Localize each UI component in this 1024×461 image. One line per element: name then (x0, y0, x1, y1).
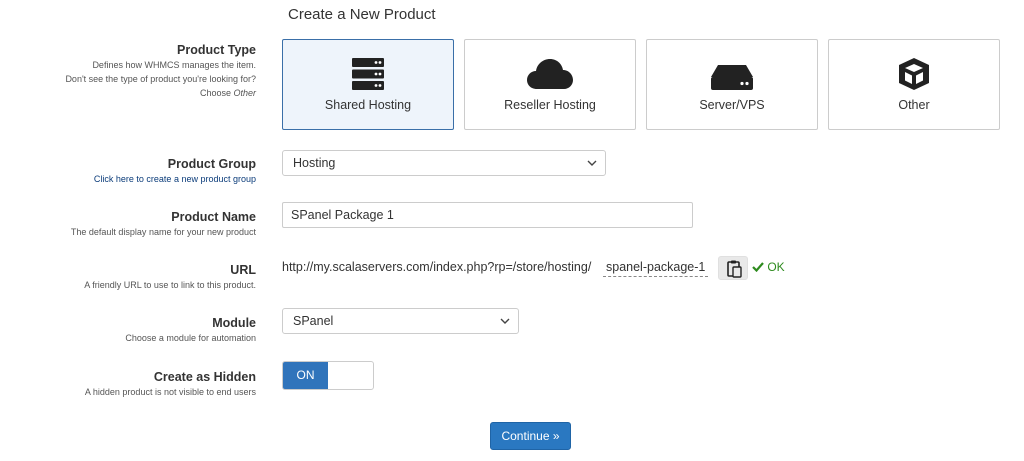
copy-url-button[interactable] (718, 256, 748, 280)
product-name-label-block: Product Name The default display name fo… (0, 209, 256, 239)
hard-drive-icon (647, 57, 817, 91)
create-product-group-link[interactable]: Click here to create a new product group (0, 172, 256, 186)
product-type-label-block: Product Type Defines how WHMCS manages t… (0, 42, 256, 100)
card-label: Shared Hosting (324, 98, 412, 112)
clipboard-icon (727, 260, 742, 278)
create-hidden-help: A hidden product is not visible to end u… (84, 387, 256, 397)
card-label: Server/VPS (699, 98, 765, 112)
card-label: Reseller Hosting (504, 98, 596, 112)
module-value: SPanel (293, 314, 334, 328)
product-group-label: Product Group (167, 157, 256, 171)
url-label-block: URL A friendly URL to use to link to thi… (0, 262, 256, 292)
url-slug[interactable]: spanel-package-1 (603, 260, 709, 277)
product-name-input[interactable]: SPanel Package 1 (282, 202, 693, 228)
product-name-help: The default display name for your new pr… (70, 227, 256, 237)
product-type-label: Product Type (177, 43, 256, 57)
continue-button[interactable]: Continue » (490, 422, 571, 450)
url-prefix: http://my.scalaservers.com/index.php?rp=… (282, 260, 592, 274)
product-type-help-2: Don't see the type of product you're loo… (65, 74, 256, 84)
chevron-down-icon (587, 160, 597, 166)
product-type-help-1: Defines how WHMCS manages the item. (92, 60, 256, 70)
product-type-server-vps[interactable]: Server/VPS (646, 39, 818, 130)
check-icon (752, 262, 764, 273)
url-label: URL (230, 263, 256, 277)
product-group-select[interactable]: Hosting (282, 150, 606, 176)
create-hidden-label: Create as Hidden (153, 370, 256, 384)
product-group-value: Hosting (293, 156, 336, 170)
product-group-label-block: Product Group Click here to create a new… (0, 156, 256, 186)
chevron-down-icon (500, 318, 510, 324)
cube-icon (829, 57, 999, 91)
product-type-shared-hosting[interactable]: Shared Hosting (282, 39, 454, 130)
url-help: A friendly URL to use to link to this pr… (84, 280, 256, 290)
module-label: Module (212, 316, 256, 330)
product-type-other[interactable]: Other (828, 39, 1000, 130)
server-stack-icon (283, 57, 453, 91)
page-title: Create a New Product (288, 6, 436, 23)
product-type-reseller-hosting[interactable]: Reseller Hosting (464, 39, 636, 130)
product-type-help-3: Choose Other (199, 88, 256, 98)
product-name-label: Product Name (171, 210, 256, 224)
toggle-on-label: ON (283, 362, 328, 389)
card-label: Other (898, 98, 930, 112)
module-help: Choose a module for automation (125, 333, 256, 343)
module-select[interactable]: SPanel (282, 308, 519, 334)
create-hidden-toggle[interactable]: ON (282, 361, 374, 390)
create-hidden-label-block: Create as Hidden A hidden product is not… (0, 369, 256, 399)
url-status: OK (752, 260, 785, 274)
module-label-block: Module Choose a module for automation (0, 315, 256, 345)
cloud-icon (465, 57, 635, 91)
